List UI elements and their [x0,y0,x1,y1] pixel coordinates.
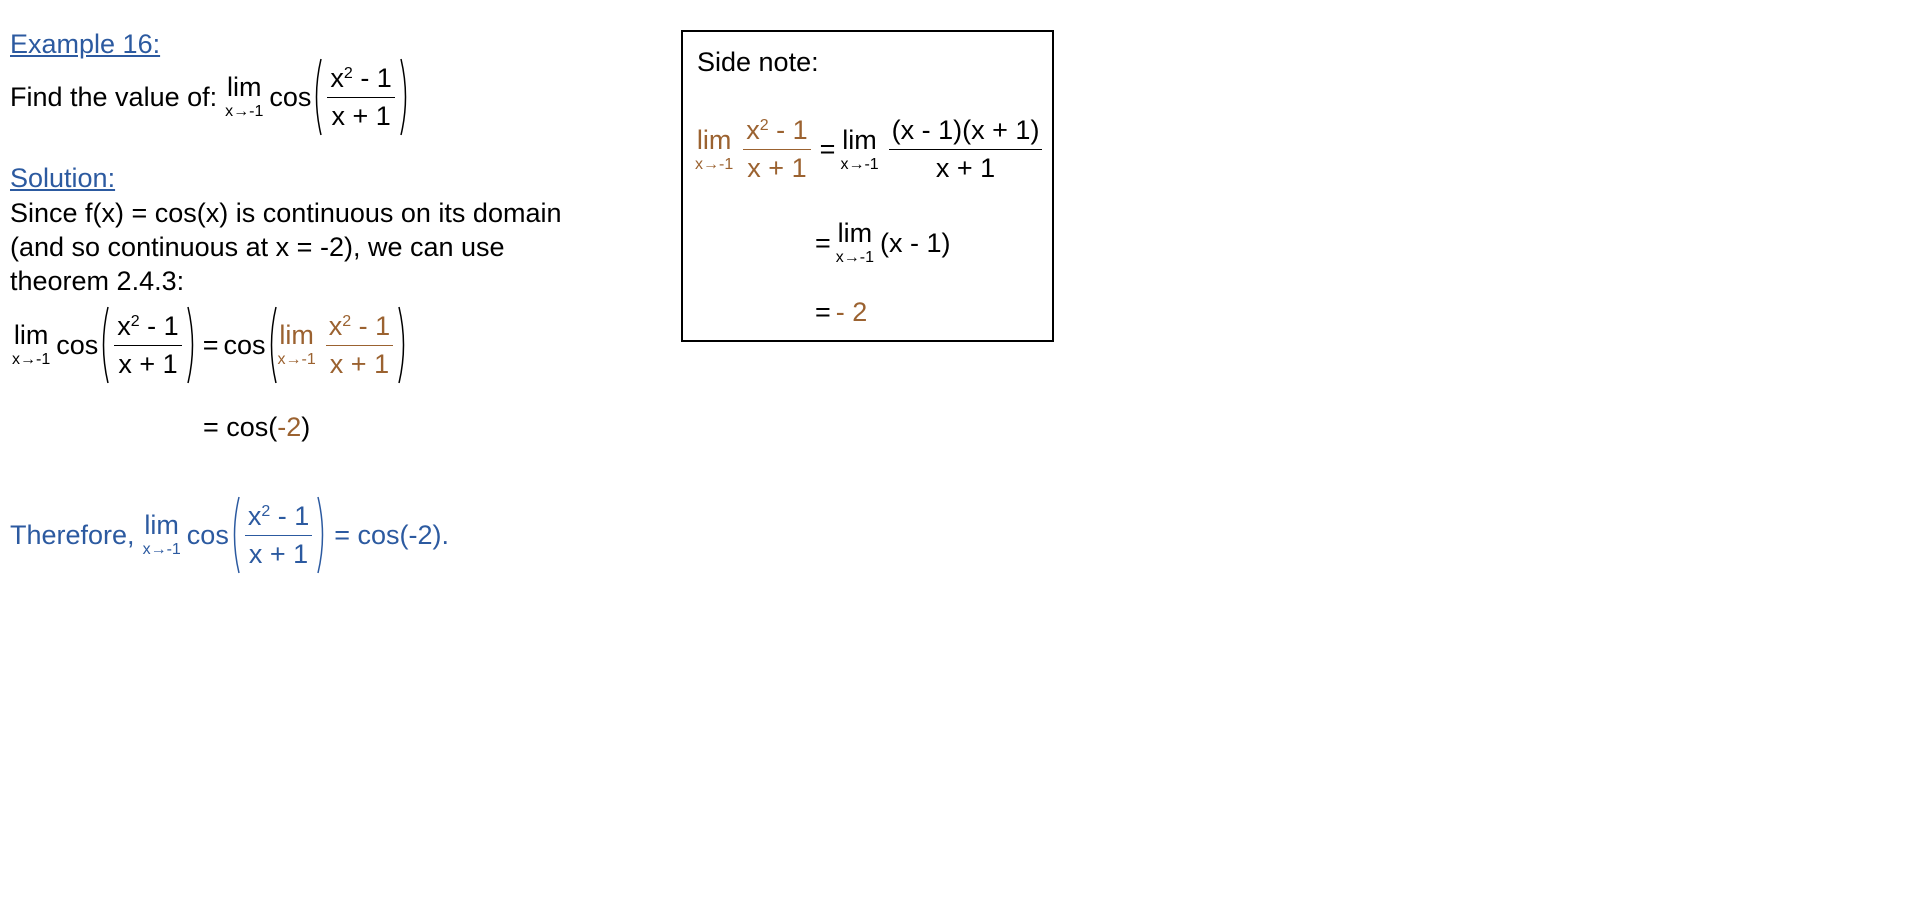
cos-function: cos [269,81,312,112]
cos-function: cos [186,519,229,550]
limit-operator: lim x→-1 [142,510,181,558]
problem-statement: Find the value of: lim x→-1 cos x2 - 1 x… [10,57,411,137]
solution-line: theorem 2.4.3: [10,266,185,296]
side-note-final-value: - 2 [835,297,868,327]
right-paren [316,495,328,575]
side-note-step-1: lim x→-1 x2 - 1 x + 1 = lim x→-1 (x - 1)… [695,117,1046,182]
problem-prompt: Find the value of: [10,81,218,112]
conclusion-result: = cos(-2). [334,519,450,550]
equals-sign: = [819,134,836,164]
solution-line: (and so continuous at x = -2), we can us… [10,232,505,262]
limit-operator: lim x→-1 [835,218,875,266]
fraction-highlighted: x2 - 1 x + 1 [325,312,394,378]
factored-fraction: (x - 1)(x + 1) x + 1 [888,117,1043,182]
left-paren [229,495,241,575]
solution-line: Since f(x) = cos(x) is continuous on its… [10,198,562,228]
side-note-step-3: = - 2 [810,297,867,328]
conclusion: Therefore, lim x→-1 cos x2 - 1 x + 1 = c… [10,495,449,575]
cos-function: cos [223,329,266,360]
left-paren [266,305,278,385]
equals-sign: = [815,227,831,258]
side-note-title: Side note: [697,47,819,77]
evaluated-value: -2 [277,412,302,442]
equals-sign: = [202,329,219,360]
side-note-step-2: = lim x→-1 (x - 1) [810,220,951,266]
right-paren [397,305,409,385]
limit-operator: lim x→-1 [840,124,879,173]
equation-step-1: lim x→-1 cos x2 - 1 x + 1 = cos lim x→-1… [12,305,409,385]
fraction: x2 - 1 x + 1 [327,64,395,130]
fraction-highlighted: x2 - 1 x + 1 [743,117,811,182]
equation-step-2: = cos(-2) [203,412,311,442]
right-paren [186,305,198,385]
conclusion-prefix: Therefore, [10,519,135,550]
example-heading: Example 16: [10,29,161,59]
left-paren [311,57,323,137]
cos-function: cos [56,329,99,360]
fraction: x2 - 1 x + 1 [114,312,182,378]
limit-operator-highlighted: lim x→-1 [277,320,316,368]
left-paren [98,305,110,385]
equals-sign: = [815,297,831,327]
fraction: x2 - 1 x + 1 [244,502,313,568]
simplified-expression: (x - 1) [880,227,951,258]
limit-operator-highlighted: lim x→-1 [695,124,734,173]
solution-heading: Solution: [10,163,116,193]
limit-operator: lim x→-1 [225,72,264,120]
right-paren [399,57,411,137]
limit-operator: lim x→-1 [12,320,51,368]
